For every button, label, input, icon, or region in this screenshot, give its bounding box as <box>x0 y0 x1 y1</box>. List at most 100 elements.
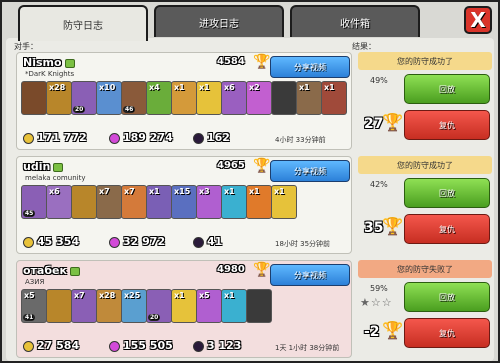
troop-slot <box>21 81 47 115</box>
troop-slot: x6 <box>221 81 247 115</box>
dark-elixir-value: 3 123 <box>207 339 242 352</box>
opponent-trophies: 4584 <box>217 56 245 67</box>
troop-slot: x1 <box>171 289 197 323</box>
replay-button[interactable]: 回放 <box>404 282 490 312</box>
trophy-icon: 🏆 <box>382 321 404 341</box>
troop-slot: x1 <box>296 81 322 115</box>
troop-count: x1 <box>224 187 235 196</box>
revenge-button[interactable]: 复仇 <box>404 318 490 348</box>
gold-icon <box>23 340 34 352</box>
troop-list: 45 x6 x7 x7 x1 x15 x3 x1 x1 x1 <box>21 185 351 229</box>
result-banner: 您的防守失败了 <box>358 260 492 278</box>
dark-elixir-loot: 41 <box>193 235 222 248</box>
result-panel: 您的防守成功了 49% 回放 复仇 27 🏆 <box>358 52 492 150</box>
troop-count: x1 <box>324 83 335 92</box>
troop-count: x5 <box>199 291 210 300</box>
troop-slot: x5 41 <box>21 289 47 323</box>
gold-icon <box>23 132 34 144</box>
troop-slot: x6 <box>46 185 72 219</box>
troop-slot <box>46 289 72 323</box>
level-badge-icon <box>64 58 75 68</box>
troop-slot: 20 <box>146 289 172 323</box>
elixir-icon <box>109 340 120 352</box>
gold-value: 45 354 <box>37 235 80 248</box>
troop-count: x15 <box>174 187 191 196</box>
troop-slot: 45 <box>21 185 47 219</box>
result-header: 结果： <box>352 42 376 51</box>
gold-loot: 171 772 <box>23 131 87 144</box>
log-entry: отабек АЗИЯ 4980 🏆 分享视频 x5 41 x7 x28 x25… <box>16 260 352 358</box>
clan-name: АЗИЯ <box>25 278 45 286</box>
troop-slot: x4 <box>146 81 172 115</box>
troop-count: x3 <box>199 187 210 196</box>
troop-slot: x1 <box>221 185 247 219</box>
elixir-icon <box>109 132 120 144</box>
defense-log-window: 防守日志 进攻日志 收件箱 X 对手： 结果： Nismo *DarK Knig… <box>0 0 500 363</box>
troop-count: x1 <box>299 83 310 92</box>
share-replay-button[interactable]: 分享视频 <box>270 56 350 78</box>
troop-count: x4 <box>149 83 160 92</box>
trophy-icon: 🏆 <box>253 158 271 174</box>
troop-count: x1 <box>174 291 185 300</box>
result-banner: 您的防守成功了 <box>358 156 492 174</box>
tab-attack-log[interactable]: 进攻日志 <box>154 5 284 37</box>
opponent-name-text: udin <box>23 160 51 173</box>
level-badge-icon <box>53 162 64 172</box>
result-panel: 您的防守失败了 59% ★☆☆ 回放 复仇 -2 🏆 <box>358 260 492 358</box>
troop-slot: x28 <box>96 289 122 323</box>
troop-count: x1 <box>249 187 260 196</box>
troop-level: 41 <box>23 314 36 321</box>
trophy-icon: 🏆 <box>382 113 404 133</box>
gold-icon <box>23 236 34 248</box>
troop-slot <box>71 185 97 219</box>
opponent-name-text: Nismo <box>23 56 62 69</box>
result-banner: 您的防守成功了 <box>358 52 492 70</box>
share-replay-button[interactable]: 分享视频 <box>270 160 350 182</box>
troop-level: 46 <box>123 106 136 113</box>
troop-count: x1 <box>199 83 210 92</box>
troop-slot: 46 <box>121 81 147 115</box>
trophy-change: 27 <box>364 116 384 132</box>
share-replay-button[interactable]: 分享视频 <box>270 264 350 286</box>
revenge-button[interactable]: 复仇 <box>404 110 490 140</box>
revenge-button[interactable]: 复仇 <box>404 214 490 244</box>
troop-slot: x1 <box>196 81 222 115</box>
trophy-icon: 🏆 <box>253 54 271 70</box>
dark-elixir-icon <box>193 236 204 248</box>
troop-slot <box>246 289 272 323</box>
result-panel: 您的防守成功了 42% 回放 复仇 35 🏆 <box>358 156 492 254</box>
troop-count: x10 <box>99 83 116 92</box>
trophy-change: 35 <box>364 220 384 236</box>
troop-slot: x25 <box>121 289 147 323</box>
time-ago: 1天 1小时 38分钟前 <box>275 344 340 352</box>
troop-count: x6 <box>224 83 235 92</box>
time-ago: 18小时 35分钟前 <box>275 240 331 248</box>
troop-slot: x28 <box>46 81 72 115</box>
gold-loot: 45 354 <box>23 235 79 248</box>
troop-slot: x1 <box>146 185 172 219</box>
troop-count: x25 <box>124 291 141 300</box>
gold-value: 27 584 <box>37 339 80 352</box>
tab-defense-log[interactable]: 防守日志 <box>18 5 148 41</box>
dark-elixir-icon <box>193 340 204 352</box>
troop-count: x7 <box>74 291 85 300</box>
elixir-icon <box>109 236 120 248</box>
elixir-loot: 155 505 <box>109 339 173 352</box>
troop-count: x1 <box>149 187 160 196</box>
time-ago: 4小时 33分钟前 <box>275 136 326 144</box>
troop-count: x28 <box>99 291 116 300</box>
troop-slot: 20 <box>71 81 97 115</box>
gold-value: 171 772 <box>37 131 87 144</box>
tab-inbox[interactable]: 收件箱 <box>290 5 420 37</box>
close-button[interactable]: X <box>464 6 492 34</box>
dark-elixir-icon <box>193 132 204 144</box>
troop-slot: x1 <box>171 81 197 115</box>
dark-elixir-loot: 162 <box>193 131 230 144</box>
opponent-header: 对手： <box>14 42 38 51</box>
tab-bar: 防守日志 进攻日志 收件箱 <box>18 5 460 41</box>
troop-slot: x3 <box>196 185 222 219</box>
replay-button[interactable]: 回放 <box>404 178 490 208</box>
elixir-value: 189 274 <box>123 131 173 144</box>
replay-button[interactable]: 回放 <box>404 74 490 104</box>
log-entry: Nismo *DarK Knights 4584 🏆 分享视频 x28 20 x… <box>16 52 352 150</box>
